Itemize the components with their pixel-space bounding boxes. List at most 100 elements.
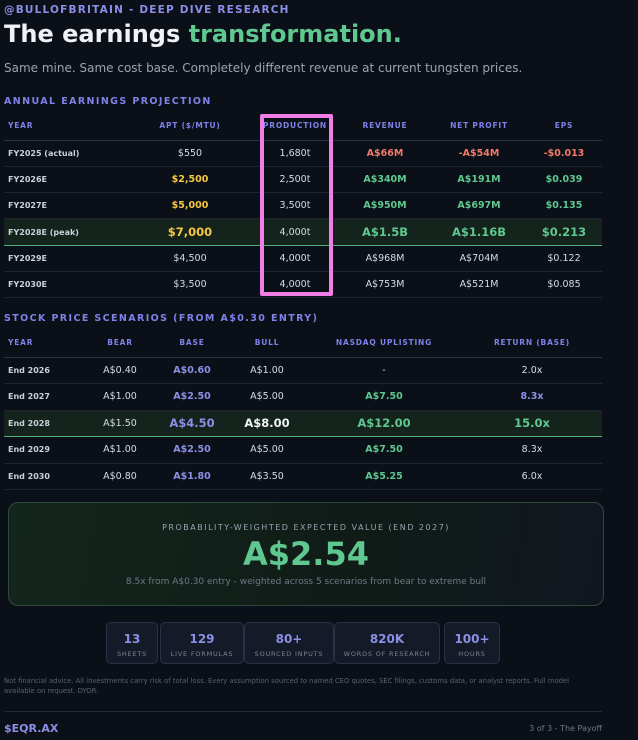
stat-number: 13	[123, 632, 141, 646]
base-cell: A$2.50	[156, 383, 228, 411]
eps-cell: $0.122	[526, 245, 602, 272]
expected-value-number: A$2.54	[243, 535, 369, 573]
apt-cell: $7,000	[128, 218, 252, 246]
year-cell: End 2030	[4, 463, 84, 490]
title-main: The earnings	[4, 20, 189, 48]
scenarios-table: YEAR BEAR BASE BULL NASDAQ UPLISTING RET…	[4, 329, 602, 490]
col-header: YEAR	[4, 112, 128, 141]
footer-divider	[4, 711, 602, 712]
revenue-cell: A$1.5B	[338, 218, 432, 246]
year-cell: FY2027E	[4, 192, 128, 220]
page-subtitle: Same mine. Same cost base. Completely di…	[4, 61, 523, 75]
page-indicator: 3 of 3 - The Payoff	[529, 724, 602, 733]
stat-badge: 80+ SOURCED INPUTS	[244, 622, 334, 664]
scenarios-section-title: STOCK PRICE SCENARIOS (FROM A$0.30 ENTRY…	[4, 313, 319, 324]
col-header: NASDAQ UPLISTING	[306, 329, 462, 358]
year-cell: FY2030E	[4, 271, 128, 299]
net-profit-cell: A$1.16B	[432, 218, 526, 246]
base-cell: A$4.50	[156, 410, 228, 437]
year-cell: End 2029	[4, 436, 84, 464]
eps-cell: $0.085	[526, 271, 602, 299]
table-row: End 2027 A$1.00 A$2.50 A$5.00 A$7.50 8.3…	[4, 383, 602, 411]
bear-cell: A$1.00	[84, 383, 156, 411]
apt-cell: $550	[128, 140, 252, 167]
revenue-cell: A$340M	[338, 166, 432, 194]
col-header: REVENUE	[338, 112, 432, 141]
stat-number: 129	[189, 632, 215, 646]
earnings-section-title: ANNUAL EARNINGS PROJECTION	[4, 96, 212, 107]
col-header: RETURN (BASE)	[462, 329, 602, 358]
table-row: End 2030 A$0.80 A$1.80 A$3.50 A$5.25 6.0…	[4, 463, 602, 490]
return-cell: 8.3x	[462, 436, 602, 464]
net-profit-cell: A$191M	[432, 166, 526, 194]
stat-badge: 100+ HOURS	[444, 622, 500, 664]
stat-label: SOURCED INPUTS	[254, 650, 324, 658]
nasdaq-cell: -	[306, 357, 462, 384]
net-profit-cell: A$704M	[432, 245, 526, 272]
expected-value-label: PROBABILITY-WEIGHTED EXPECTED VALUE (END…	[162, 523, 450, 532]
bull-cell: A$5.00	[228, 383, 306, 411]
year-cell: FY2028E (peak)	[4, 218, 128, 246]
col-header: BASE	[156, 329, 228, 358]
table-row-highlight: End 2028 A$1.50 A$4.50 A$8.00 A$12.00 15…	[4, 410, 602, 437]
col-header: YEAR	[4, 329, 84, 358]
return-cell: 8.3x	[462, 383, 602, 411]
page-title: The earnings transformation.	[4, 20, 402, 48]
revenue-cell: A$950M	[338, 192, 432, 220]
stat-badge: 13 SHEETS	[106, 622, 158, 664]
stat-label: HOURS	[458, 650, 486, 658]
table-row: End 2029 A$1.00 A$2.50 A$5.00 A$7.50 8.3…	[4, 436, 602, 464]
apt-cell: $5,000	[128, 192, 252, 220]
return-cell: 2.0x	[462, 357, 602, 384]
eps-cell: $0.135	[526, 192, 602, 220]
revenue-cell: A$753M	[338, 271, 432, 299]
stat-number: 100+	[454, 632, 490, 646]
eps-cell: $0.039	[526, 166, 602, 194]
return-cell: 15.0x	[462, 410, 602, 437]
apt-cell: $2,500	[128, 166, 252, 194]
title-accent: transformation.	[188, 20, 402, 48]
ticker-label: $EQR.AX	[4, 722, 59, 735]
bull-cell: A$1.00	[228, 357, 306, 384]
apt-cell: $3,500	[128, 271, 252, 299]
col-header: APT ($/MTU)	[128, 112, 252, 141]
bear-cell: A$0.80	[84, 463, 156, 490]
bull-cell: A$3.50	[228, 463, 306, 490]
production-highlight-box	[260, 114, 333, 296]
nasdaq-cell: A$5.25	[306, 463, 462, 490]
nasdaq-cell: A$7.50	[306, 436, 462, 464]
expected-value-subtext: 8.5x from A$0.30 entry - weighted across…	[125, 577, 487, 587]
year-cell: FY2026E	[4, 166, 128, 194]
bear-cell: A$1.00	[84, 436, 156, 464]
base-cell: A$2.50	[156, 436, 228, 464]
base-cell: A$0.60	[156, 357, 228, 384]
net-profit-cell: A$521M	[432, 271, 526, 299]
year-cell: End 2027	[4, 383, 84, 411]
stat-badge: 820K WORDS OF RESEARCH	[334, 622, 440, 664]
disclaimer-text: Not financial advice. All investments ca…	[4, 677, 569, 695]
nasdaq-cell: A$7.50	[306, 383, 462, 411]
col-header: EPS	[526, 112, 602, 141]
net-profit-cell: -A$54M	[432, 140, 526, 167]
year-cell: End 2028	[4, 410, 84, 437]
year-cell: FY2029E	[4, 245, 128, 272]
eps-cell: $0.213	[526, 218, 602, 246]
revenue-cell: A$968M	[338, 245, 432, 272]
revenue-cell: A$66M	[338, 140, 432, 167]
apt-cell: $4,500	[128, 245, 252, 272]
col-header: BULL	[228, 329, 306, 358]
bull-cell: A$8.00	[228, 410, 306, 437]
year-cell: FY2025 (actual)	[4, 140, 128, 167]
year-cell: End 2026	[4, 357, 84, 384]
bear-cell: A$0.40	[84, 357, 156, 384]
stat-label: WORDS OF RESEARCH	[343, 650, 431, 658]
brand-label: @BULLOFBRITAIN - DEEP DIVE RESEARCH	[4, 4, 290, 16]
scenarios-header-row: YEAR BEAR BASE BULL NASDAQ UPLISTING RET…	[4, 329, 602, 358]
base-cell: A$1.80	[156, 463, 228, 490]
bear-cell: A$1.50	[84, 410, 156, 437]
nasdaq-cell: A$12.00	[306, 410, 462, 437]
bull-cell: A$5.00	[228, 436, 306, 464]
stat-label: LIVE FORMULAS	[170, 650, 234, 658]
stat-number: 80+	[275, 632, 303, 646]
stat-label: SHEETS	[116, 650, 148, 658]
